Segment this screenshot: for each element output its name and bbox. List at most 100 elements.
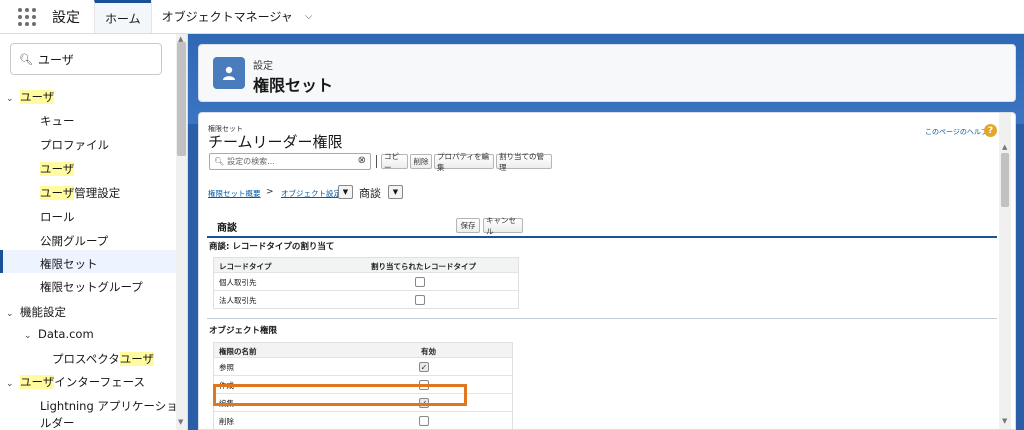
scroll-up-arrow-icon[interactable]: ▲ bbox=[1002, 143, 1007, 151]
record-type-heading: 商談: レコードタイプの割り当て bbox=[209, 242, 335, 252]
breadcrumb-permission-set-overview[interactable]: 権限セット概要 bbox=[208, 188, 261, 199]
global-header: 設定 ホーム オブジェクトマネージャ ⌵ bbox=[0, 0, 1024, 34]
edit-properties-button[interactable]: プロパティを編集 bbox=[434, 152, 494, 172]
column-header-permission-name: 権限の名前 bbox=[219, 347, 257, 356]
tree-node-label-highlight: ユーザ bbox=[20, 375, 55, 389]
manage-assignments-button[interactable]: 割り当ての管理 bbox=[496, 152, 552, 172]
table-row: 参照 ✓ bbox=[214, 358, 512, 376]
chevron-down-icon[interactable]: ⌄ bbox=[6, 309, 20, 319]
search-icon: 🔍︎ bbox=[19, 52, 33, 66]
sidebar-item-label-line2: ルダー bbox=[40, 416, 75, 430]
sidebar-item-label: 公開グループ bbox=[40, 234, 109, 248]
column-header-record-type: レコードタイプ bbox=[219, 262, 272, 271]
section-rule bbox=[207, 236, 997, 238]
scroll-down-arrow-icon[interactable]: ▼ bbox=[1002, 417, 1007, 425]
column-header-enabled: 有効 bbox=[421, 347, 436, 356]
search-icon: 🔍︎ bbox=[214, 157, 225, 166]
quick-find-value: ユーザ bbox=[37, 52, 74, 67]
sidebar-item-label: プロスペクタ bbox=[52, 352, 120, 366]
app-name: 設定 bbox=[52, 9, 80, 26]
clear-icon[interactable]: ⊗ bbox=[358, 155, 366, 166]
tab-object-manager[interactable]: オブジェクトマネージャ ⌵ bbox=[150, 0, 323, 33]
settings-search-input[interactable]: 🔍︎ 設定の検索... ⊗ bbox=[209, 153, 371, 170]
sidebar-item-profiles[interactable]: プロファイル bbox=[40, 137, 109, 153]
page-eyebrow: 設定 bbox=[253, 61, 273, 72]
cancel-button[interactable]: キャンセル bbox=[483, 216, 523, 236]
sidebar-item-public-groups[interactable]: 公開グループ bbox=[40, 233, 108, 249]
tab-home[interactable]: ホーム bbox=[94, 0, 151, 33]
content-scrollbar[interactable]: ▲ ▼ bbox=[999, 113, 1011, 429]
main-content: 設定 権限セット 権限セット チームリーダー権限 このページのヘルプ ? 🔍︎ … bbox=[188, 34, 1024, 430]
sidebar-item-label: プロファイル bbox=[40, 138, 109, 152]
object-permissions-heading: オブジェクト権限 bbox=[209, 326, 278, 336]
table-row: 個人取引先 bbox=[214, 273, 518, 291]
page-title: 権限セット bbox=[253, 76, 334, 95]
tree-node-user-interface[interactable]: ⌄ ユーザインターフェース bbox=[6, 374, 145, 390]
tree-node-feature-settings[interactable]: ⌄ 機能設定 bbox=[6, 304, 66, 320]
tab-object-manager-label: オブジェクトマネージャ bbox=[161, 10, 293, 24]
chevron-down-icon[interactable]: ⌄ bbox=[24, 331, 38, 341]
record-type-name: 個人取引先 bbox=[219, 278, 257, 287]
help-link[interactable]: このページのヘルプ bbox=[925, 127, 988, 137]
tree-node-label: 機能設定 bbox=[20, 305, 66, 319]
scrollbar-thumb[interactable] bbox=[177, 42, 186, 156]
sidebar-item-prospector-users[interactable]: プロスペクタユーザ bbox=[52, 351, 155, 367]
table-header-row: レコードタイプ 割り当てられたレコードタイプ bbox=[214, 258, 518, 273]
quick-find-input[interactable]: 🔍︎ ユーザ bbox=[10, 43, 162, 75]
settings-search-placeholder: 設定の検索... bbox=[227, 157, 275, 166]
save-button[interactable]: 保存 bbox=[456, 218, 480, 233]
sidebar-scrollbar[interactable]: ▲ ▼ bbox=[176, 34, 187, 430]
delete-button[interactable]: 削除 bbox=[410, 154, 432, 169]
tree-node-datacom[interactable]: ⌄ Data.com bbox=[24, 327, 94, 341]
setup-sidebar: 🔍︎ ユーザ ⌄ ユーザ キュー プロファイル ユーザ ユーザ管理設定 ロール 公… bbox=[0, 34, 188, 430]
table-row: 法人取引先 bbox=[214, 291, 518, 309]
chevron-down-icon: ▼ bbox=[392, 188, 399, 196]
breadcrumb-current: 商談 bbox=[359, 187, 381, 200]
sidebar-item-label: 管理設定 bbox=[74, 186, 121, 200]
copy-button[interactable]: コピー bbox=[381, 152, 408, 172]
sidebar-item-users[interactable]: ユーザ bbox=[40, 161, 75, 177]
annotation-highlight-box bbox=[213, 384, 467, 406]
object-settings-dropdown[interactable]: ▼ bbox=[338, 185, 353, 199]
toolbar-divider bbox=[376, 155, 377, 168]
section-title: 商談 bbox=[217, 223, 237, 234]
object-dropdown[interactable]: ▼ bbox=[388, 185, 403, 199]
breadcrumb-object-settings[interactable]: オブジェクト設定 bbox=[281, 188, 341, 199]
sidebar-item-lightning-app-builder[interactable]: Lightning アプリケーションビ ルダー bbox=[40, 398, 187, 430]
sidebar-item-label: キュー bbox=[40, 114, 75, 128]
permission-name: 削除 bbox=[219, 417, 234, 426]
tab-home-label: ホーム bbox=[105, 11, 141, 26]
sidebar-item-label: ロール bbox=[40, 210, 75, 224]
tree-node-label: インターフェース bbox=[54, 375, 146, 389]
record-title: チームリーダー権限 bbox=[208, 133, 343, 151]
app-launcher-icon[interactable] bbox=[8, 0, 46, 33]
chevron-down-icon[interactable]: ⌵ bbox=[305, 11, 313, 22]
sidebar-item-label: 権限セット bbox=[40, 257, 98, 271]
scroll-down-arrow-icon[interactable]: ▼ bbox=[178, 418, 183, 426]
sidebar-item-label: ユーザ bbox=[40, 162, 75, 176]
sidebar-item-roles[interactable]: ロール bbox=[40, 209, 75, 225]
permission-checkbox[interactable]: ✓ bbox=[419, 362, 429, 372]
permission-name: 参照 bbox=[219, 363, 234, 372]
sidebar-item-permission-set-groups[interactable]: 権限セットグループ bbox=[40, 279, 143, 295]
chevron-down-icon[interactable]: ⌄ bbox=[6, 94, 20, 104]
chevron-down-icon[interactable]: ⌄ bbox=[6, 379, 20, 389]
table-header-row: 権限の名前 有効 bbox=[214, 343, 512, 358]
column-header-assigned: 割り当てられたレコードタイプ bbox=[371, 262, 476, 271]
sidebar-item-queues[interactable]: キュー bbox=[40, 113, 75, 129]
assigned-checkbox[interactable] bbox=[415, 295, 425, 305]
sidebar-item-permission-sets[interactable]: 権限セット bbox=[0, 250, 176, 273]
user-icon bbox=[213, 57, 245, 89]
page-header: 設定 権限セット bbox=[198, 44, 1016, 102]
record-type-name: 法人取引先 bbox=[219, 296, 257, 305]
assigned-checkbox[interactable] bbox=[415, 277, 425, 287]
sidebar-item-label: 権限セットグループ bbox=[40, 280, 143, 294]
sidebar-item-user-management-settings[interactable]: ユーザ管理設定 bbox=[40, 185, 120, 201]
tree-node-label: ユーザ bbox=[20, 90, 55, 104]
tree-node-users[interactable]: ⌄ ユーザ bbox=[6, 89, 55, 105]
classic-content-frame: 権限セット チームリーダー権限 このページのヘルプ ? 🔍︎ 設定の検索... … bbox=[198, 112, 1016, 430]
scrollbar-thumb[interactable] bbox=[1001, 153, 1009, 207]
sidebar-item-label-highlight: ユーザ bbox=[119, 352, 155, 366]
help-icon[interactable]: ? bbox=[984, 124, 997, 137]
permission-checkbox[interactable] bbox=[419, 416, 429, 426]
